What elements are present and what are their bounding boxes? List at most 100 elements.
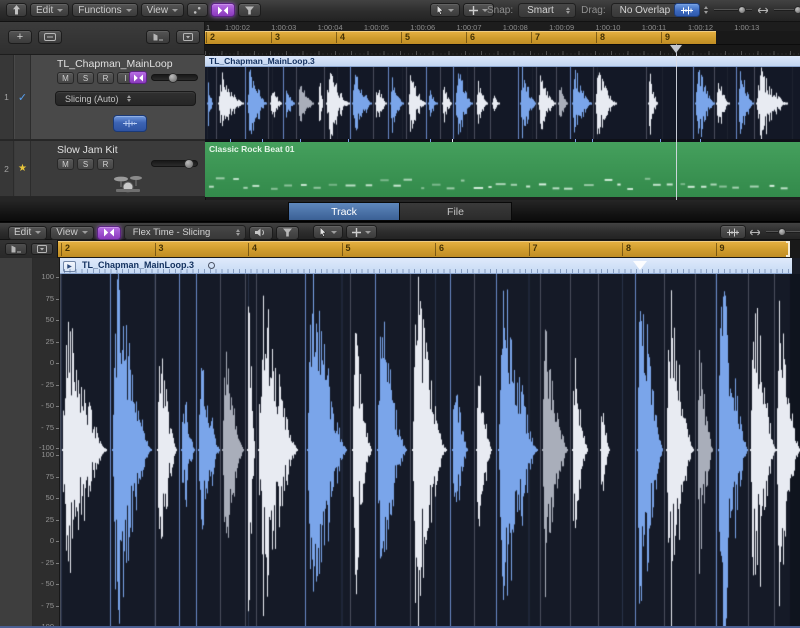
time-label: 1:00:06 — [410, 23, 435, 31]
track-m-button[interactable]: M — [57, 158, 74, 170]
flex-mode-dropdown[interactable]: Slicing (Auto) — [55, 91, 196, 106]
editor-waveform-zoom-button[interactable] — [720, 225, 746, 239]
bar-number: 7 — [531, 32, 540, 43]
stepper-icon — [566, 7, 570, 15]
track-s-button[interactable]: S — [77, 72, 94, 84]
menu-edit[interactable]: Edit — [30, 3, 69, 17]
speaker-icon — [255, 228, 267, 237]
amp-scale-label: 75 — [32, 295, 59, 303]
flex-mode-dropdown[interactable]: Flex Time - Slicing — [124, 225, 246, 240]
flex-marker[interactable] — [633, 261, 647, 270]
slider-knob[interactable] — [778, 228, 786, 236]
bar-number: 9 — [661, 32, 670, 43]
menu-functions[interactable]: Functions — [72, 3, 137, 17]
prelisten-button[interactable] — [249, 226, 273, 240]
snap-dropdown[interactable]: Smart — [518, 3, 576, 18]
amp-scale-label: - 25 — [32, 559, 59, 567]
bar-number: 8 — [622, 243, 631, 256]
automation-dots-button[interactable] — [187, 3, 208, 17]
pointer-tool-selector[interactable] — [430, 3, 460, 17]
hierarchy-up-button[interactable] — [6, 3, 27, 17]
volume-slider[interactable] — [151, 160, 198, 167]
add-track-button[interactable]: + — [8, 30, 32, 44]
catch-playhead-button[interactable] — [5, 243, 27, 255]
cursor-arrow-icon — [436, 5, 444, 15]
region-play-button[interactable]: ▶ — [63, 261, 76, 272]
cycle-region[interactable]: 23456789 — [205, 31, 716, 44]
flex-toggle-button[interactable] — [211, 3, 235, 17]
vertical-zoom-icon[interactable] — [704, 6, 708, 14]
caret-icon — [331, 231, 337, 234]
editor-flex-toggle[interactable] — [97, 226, 121, 240]
playhead-marker[interactable] — [670, 45, 682, 53]
track-r-button[interactable]: R — [97, 158, 114, 170]
bar-number: 3 — [271, 32, 280, 43]
play-icon: ▶ — [67, 263, 72, 270]
track-header-2[interactable]: 2 ★ Slow Jam Kit MSR — [0, 141, 205, 197]
zoom-preset-button[interactable] — [31, 243, 53, 255]
caret-icon — [448, 9, 454, 12]
waveform-zoom-icon — [726, 228, 740, 237]
track-name[interactable]: TL_Chapman_MainLoop — [57, 58, 173, 70]
flex-enable-button[interactable] — [113, 115, 147, 132]
midi-region[interactable]: Classic Rock Beat 01 — [205, 142, 800, 197]
track-enable-checkbox[interactable]: ✓ — [15, 55, 31, 139]
bar-number: 5 — [342, 243, 351, 256]
amp-scale-label: - 25 — [32, 381, 59, 389]
editor-region-strip[interactable]: ▶ TL_Chapman_MainLoop.3 — [58, 258, 792, 274]
menu-edit[interactable]: Edit — [8, 226, 47, 240]
slider-knob[interactable] — [738, 6, 746, 14]
amp-scale-label: 100 — [32, 451, 59, 459]
track-m-button[interactable]: M — [57, 72, 74, 84]
volume-slider[interactable] — [151, 74, 198, 81]
tab-track[interactable]: Track — [288, 202, 400, 221]
slider-knob[interactable] — [794, 6, 800, 14]
bar-ruler[interactable]: 23456789 — [205, 31, 800, 44]
menu-view[interactable]: View — [50, 226, 94, 240]
filter-button[interactable] — [238, 3, 261, 17]
vertical-zoom-slider[interactable] — [714, 9, 752, 11]
bar-number: 9 — [716, 243, 725, 256]
track-header-1[interactable]: 1 ✓ TL_Chapman_MainLoop MSRI Slicing (Au… — [0, 55, 205, 140]
amp-scale-label: - 50 — [32, 402, 59, 410]
bar-number: 5 — [401, 32, 410, 43]
catch-playhead-button[interactable] — [146, 30, 170, 44]
zoom-preset-button[interactable] — [176, 30, 200, 44]
amp-scale-label: 25 — [32, 516, 59, 524]
ruler-tick-strip[interactable] — [205, 44, 800, 55]
editor-filter-button[interactable] — [276, 226, 299, 240]
region-name-bar[interactable]: TL_Chapman_MainLoop.3 — [205, 56, 800, 67]
horizontal-zoom-icon[interactable] — [758, 7, 768, 14]
tab-file[interactable]: File — [400, 202, 512, 221]
track-s-button[interactable]: S — [77, 158, 94, 170]
horizontal-zoom-icon[interactable] — [750, 229, 760, 236]
time-ruler[interactable]: 11:00:021:00:031:00:041:00:051:00:061:00… — [205, 22, 800, 31]
menu-view[interactable]: View — [141, 3, 185, 17]
stepper-icon — [236, 229, 240, 237]
audio-region[interactable]: TL_Chapman_MainLoop.3 — [205, 56, 800, 140]
track-flex-badge[interactable] — [129, 71, 147, 84]
track-name[interactable]: Slow Jam Kit — [57, 144, 118, 156]
editor-secondary-tool-selector[interactable] — [346, 225, 377, 239]
editor-bar-ruler[interactable]: 23456789 — [58, 240, 800, 258]
bar-number: 4 — [336, 32, 345, 43]
bar-number: 6 — [466, 32, 475, 43]
track-r-button[interactable]: R — [97, 72, 114, 84]
loop-circle-icon[interactable] — [208, 262, 215, 269]
editor-pointer-tool-selector[interactable] — [313, 225, 343, 239]
editor-waveform-area[interactable] — [60, 274, 800, 628]
volume-knob[interactable] — [168, 73, 178, 83]
duplicate-track-button[interactable] — [38, 30, 62, 44]
waveform-zoom-button[interactable] — [674, 3, 700, 17]
editor-cycle-region[interactable]: 23456789 — [58, 241, 790, 257]
editor-zoom-slider[interactable] — [766, 231, 800, 233]
time-label: 1:00:11 — [642, 23, 666, 31]
track-star[interactable]: ★ — [15, 141, 31, 196]
cursor-arrow-icon — [319, 227, 327, 237]
horizontal-zoom-slider[interactable] — [774, 9, 800, 11]
volume-knob[interactable] — [184, 159, 194, 169]
track-msr-buttons: MSR — [57, 158, 114, 170]
stepper-icon — [127, 95, 189, 103]
logic-pro-window: EditFunctionsView Snap: Sm — [0, 0, 800, 628]
amp-scale-label: - 75 — [32, 424, 59, 432]
